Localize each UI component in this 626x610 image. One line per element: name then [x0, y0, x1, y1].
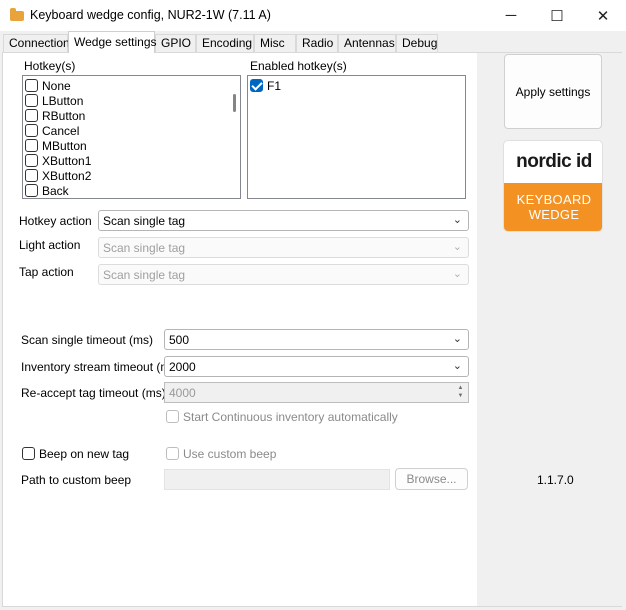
enabled-hotkeys-label: Enabled hotkey(s): [250, 59, 347, 73]
scroll-thumb[interactable]: [233, 94, 236, 112]
list-item[interactable]: LButton: [25, 93, 83, 108]
checkbox[interactable]: [25, 94, 38, 107]
reaccept-timeout-label: Re-accept tag timeout (ms): [21, 386, 166, 400]
tap-action-label: Tap action: [19, 265, 74, 279]
use-custom-beep-checkbox[interactable]: Use custom beep: [166, 446, 276, 461]
version-label: 1.1.7.0: [537, 473, 574, 487]
minimize-button[interactable]: ─: [488, 0, 534, 31]
checkbox-checked[interactable]: [250, 79, 263, 92]
right-panel: [477, 53, 622, 606]
tab-wedge-settings[interactable]: Wedge settings: [68, 31, 157, 53]
list-item[interactable]: XButton2: [25, 168, 91, 183]
tab-misc[interactable]: Misc: [254, 34, 296, 52]
start-continuous-checkbox[interactable]: Start Continuous inventory automatically: [166, 409, 398, 424]
logo-band: KEYBOARD WEDGE: [504, 183, 602, 231]
reaccept-timeout-stepper[interactable]: 4000 ▲ ▼: [164, 382, 469, 403]
checkbox[interactable]: [22, 447, 35, 460]
hotkeys-list[interactable]: None LButton RButton Cancel MButton XBut…: [22, 75, 241, 199]
list-item[interactable]: Cancel: [25, 123, 79, 138]
list-item[interactable]: Back: [25, 183, 69, 198]
custom-beep-path-input[interactable]: [164, 469, 390, 490]
checkbox[interactable]: [25, 124, 38, 137]
tab-antennas[interactable]: Antennas: [338, 34, 396, 52]
chevron-down-icon: ⌄: [452, 268, 462, 280]
close-button[interactable]: ✕: [580, 0, 626, 31]
inventory-stream-timeout-select[interactable]: 2000 ⌄: [164, 356, 469, 377]
hotkey-action-label: Hotkey action: [19, 214, 92, 228]
light-action-select[interactable]: Scan single tag ⌄: [98, 237, 469, 258]
checkbox[interactable]: [25, 169, 38, 182]
chevron-down-icon: ⌄: [452, 333, 462, 345]
checkbox[interactable]: [25, 154, 38, 167]
window-title: Keyboard wedge config, NUR2-1W (7.11 A): [30, 8, 271, 22]
tab-debug[interactable]: Debug: [396, 34, 438, 52]
checkbox[interactable]: [25, 79, 38, 92]
tab-radio[interactable]: Radio: [296, 34, 338, 52]
list-item[interactable]: XButton1: [25, 153, 91, 168]
checkbox[interactable]: [25, 139, 38, 152]
browse-button[interactable]: Browse...: [395, 468, 468, 490]
inventory-stream-timeout-label: Inventory stream timeout (ms): [21, 360, 181, 374]
tab-gpio[interactable]: GPIO: [155, 34, 196, 52]
nordic-id-logo: nordic id KEYBOARD WEDGE: [503, 140, 603, 232]
list-item[interactable]: F1: [250, 78, 281, 93]
hotkey-action-select[interactable]: Scan single tag ⌄: [98, 210, 469, 231]
maximize-button[interactable]: ☐: [534, 0, 580, 31]
stepper-down-icon[interactable]: ▼: [454, 392, 467, 400]
tap-action-select[interactable]: Scan single tag ⌄: [98, 264, 469, 285]
stepper-up-icon[interactable]: ▲: [454, 384, 467, 392]
chevron-down-icon: ⌄: [452, 241, 462, 253]
list-item[interactable]: RButton: [25, 108, 85, 123]
scan-single-timeout-select[interactable]: 500 ⌄: [164, 329, 469, 350]
logo-brand: nordic id: [516, 151, 592, 172]
chevron-down-icon: ⌄: [452, 214, 462, 226]
tab-encoding[interactable]: Encoding: [196, 34, 254, 52]
logo-line1: KEYBOARD: [516, 192, 592, 207]
logo-line2: WEDGE: [528, 207, 580, 222]
tab-connection[interactable]: Connection: [3, 34, 70, 52]
list-item[interactable]: None: [25, 78, 71, 93]
checkbox[interactable]: [25, 109, 38, 122]
custom-beep-path-label: Path to custom beep: [21, 473, 132, 487]
checkbox[interactable]: [166, 447, 179, 460]
apply-settings-button[interactable]: Apply settings: [504, 54, 602, 129]
beep-on-new-tag-checkbox[interactable]: Beep on new tag: [22, 446, 129, 461]
light-action-label: Light action: [19, 238, 81, 252]
enabled-hotkeys-list[interactable]: F1: [247, 75, 466, 199]
checkbox[interactable]: [166, 410, 179, 423]
hotkeys-scrollbar[interactable]: [229, 77, 239, 197]
folder-icon: [10, 8, 24, 21]
scan-single-timeout-label: Scan single timeout (ms): [21, 333, 154, 347]
checkbox[interactable]: [25, 184, 38, 197]
chevron-down-icon: ⌄: [452, 360, 462, 372]
list-item[interactable]: MButton: [25, 138, 87, 153]
stepper-arrows[interactable]: ▲ ▼: [454, 384, 467, 401]
hotkeys-label: Hotkey(s): [24, 59, 76, 73]
